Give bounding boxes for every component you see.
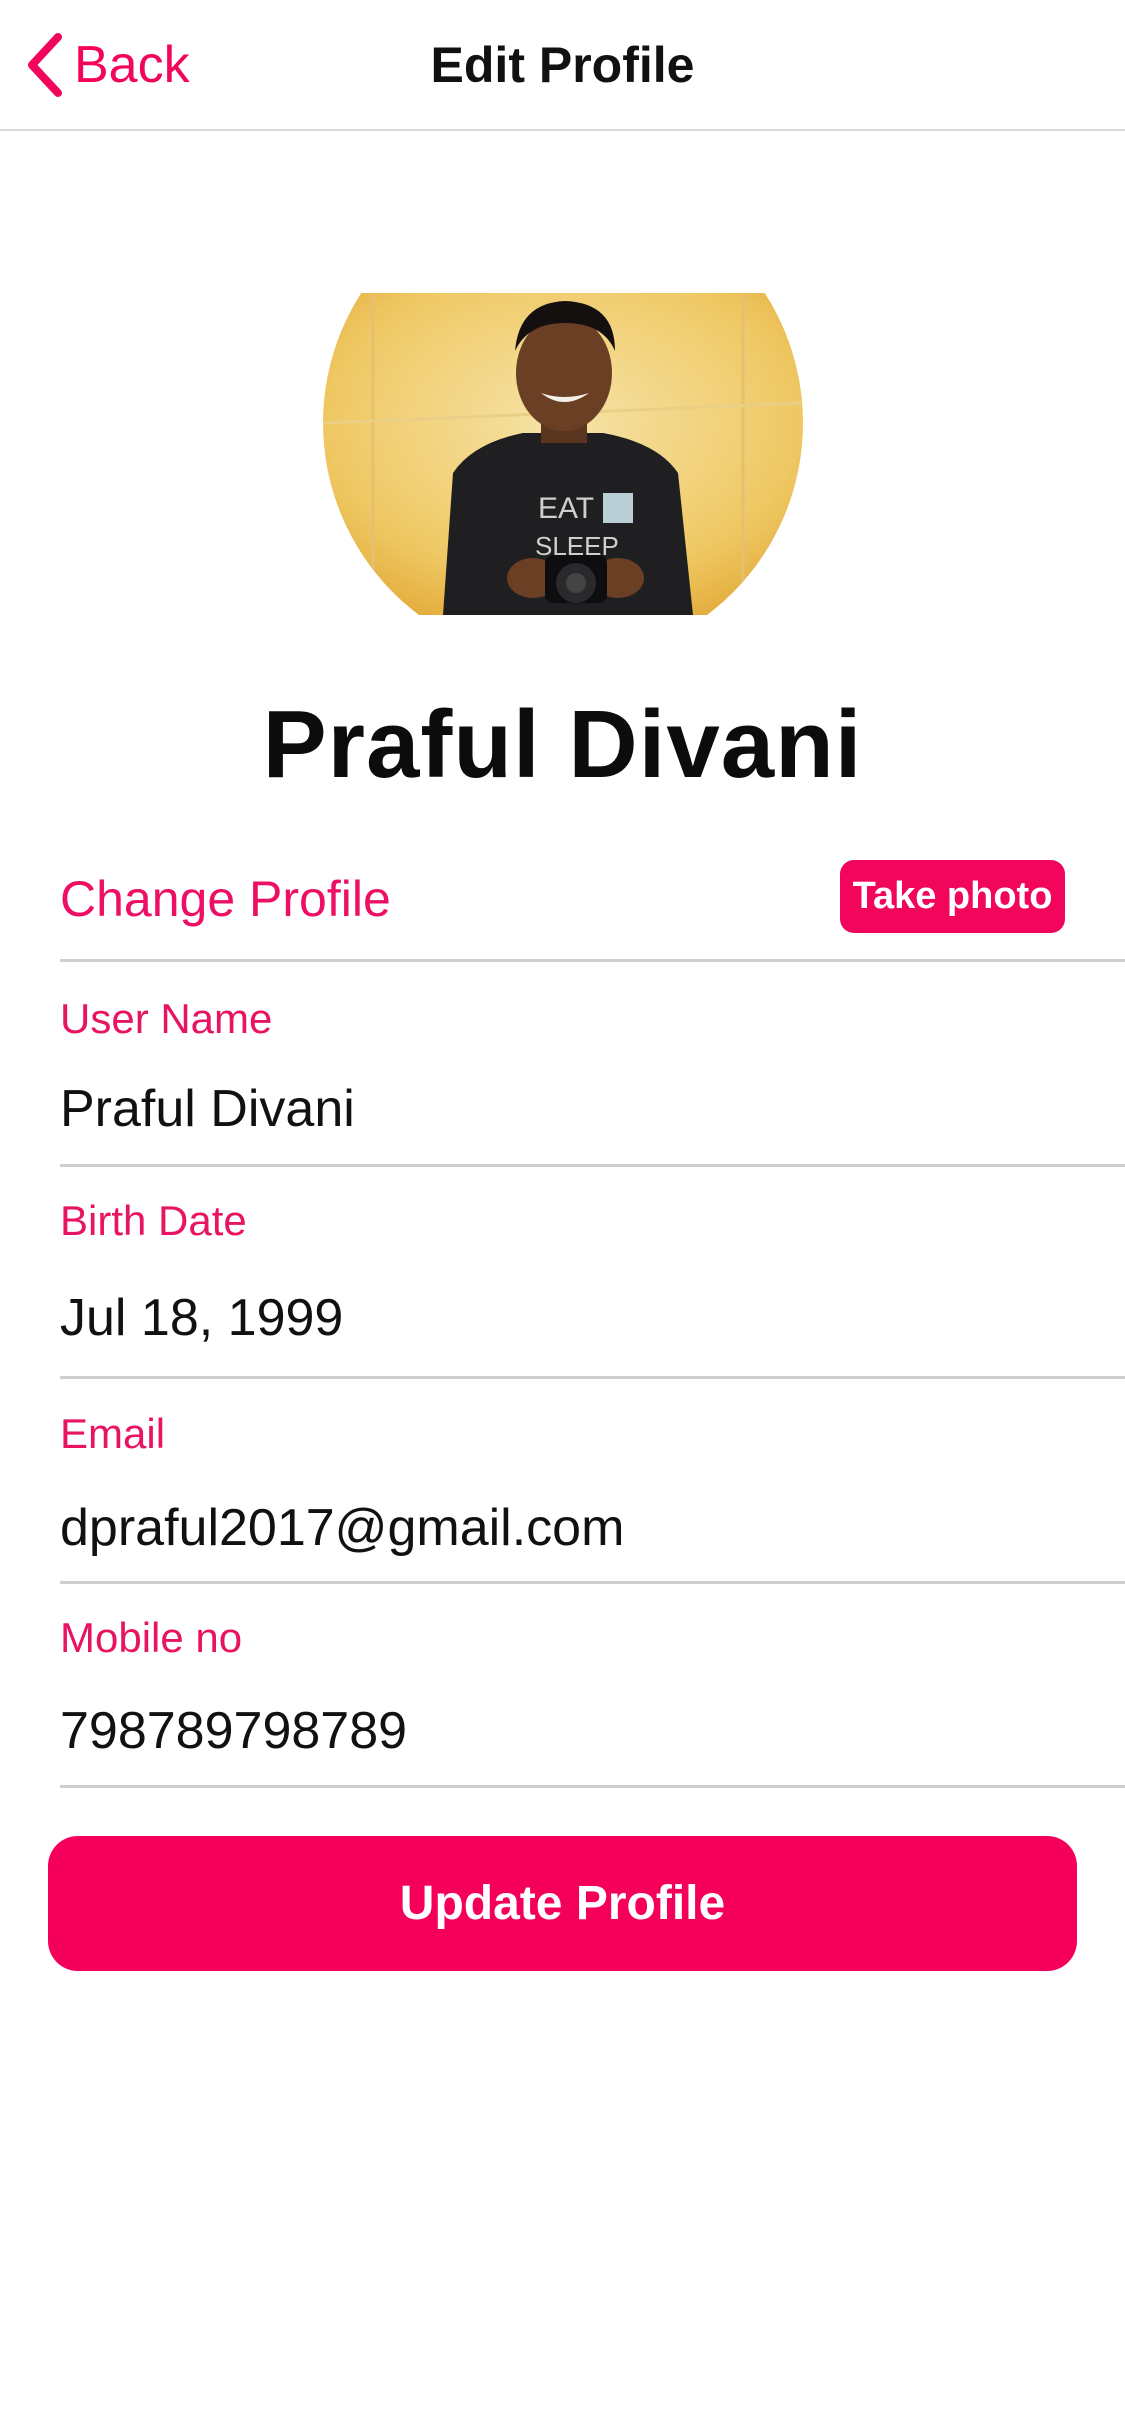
take-photo-button[interactable]: Take photo [840, 860, 1065, 933]
birth-date-label: Birth Date [60, 1197, 247, 1244]
update-profile-button[interactable]: Update Profile [48, 1836, 1077, 1971]
user-name-field[interactable]: User Name Praful Divani [60, 965, 1125, 1167]
birth-date-field[interactable]: Birth Date Jul 18, 1999 [60, 1170, 1125, 1379]
avatar: EAT SLEEP [323, 293, 804, 615]
email-value[interactable]: dpraful2017@gmail.com [60, 1498, 624, 1558]
svg-text:EAT: EAT [538, 492, 594, 525]
mobile-label: Mobile no [60, 1614, 243, 1661]
page-title: Edit Profile [430, 37, 695, 93]
email-field[interactable]: Email dpraful2017@gmail.com [60, 1382, 1125, 1584]
user-name-value[interactable]: Praful Divani [60, 1079, 355, 1139]
navigation-bar: Back Edit Profile [0, 0, 1125, 131]
change-profile-row: Change Profile Take photo [60, 860, 1125, 962]
mobile-value[interactable]: 798789798789 [60, 1701, 407, 1761]
profile-photo: EAT SLEEP [323, 293, 803, 615]
email-label: Email [60, 1410, 166, 1457]
birth-date-value[interactable]: Jul 18, 1999 [60, 1288, 343, 1348]
profile-name: Praful Divani [262, 691, 863, 798]
mobile-field[interactable]: Mobile no 798789798789 [60, 1587, 1125, 1788]
user-name-label: User Name [60, 995, 273, 1042]
change-profile-label[interactable]: Change Profile [60, 870, 391, 928]
